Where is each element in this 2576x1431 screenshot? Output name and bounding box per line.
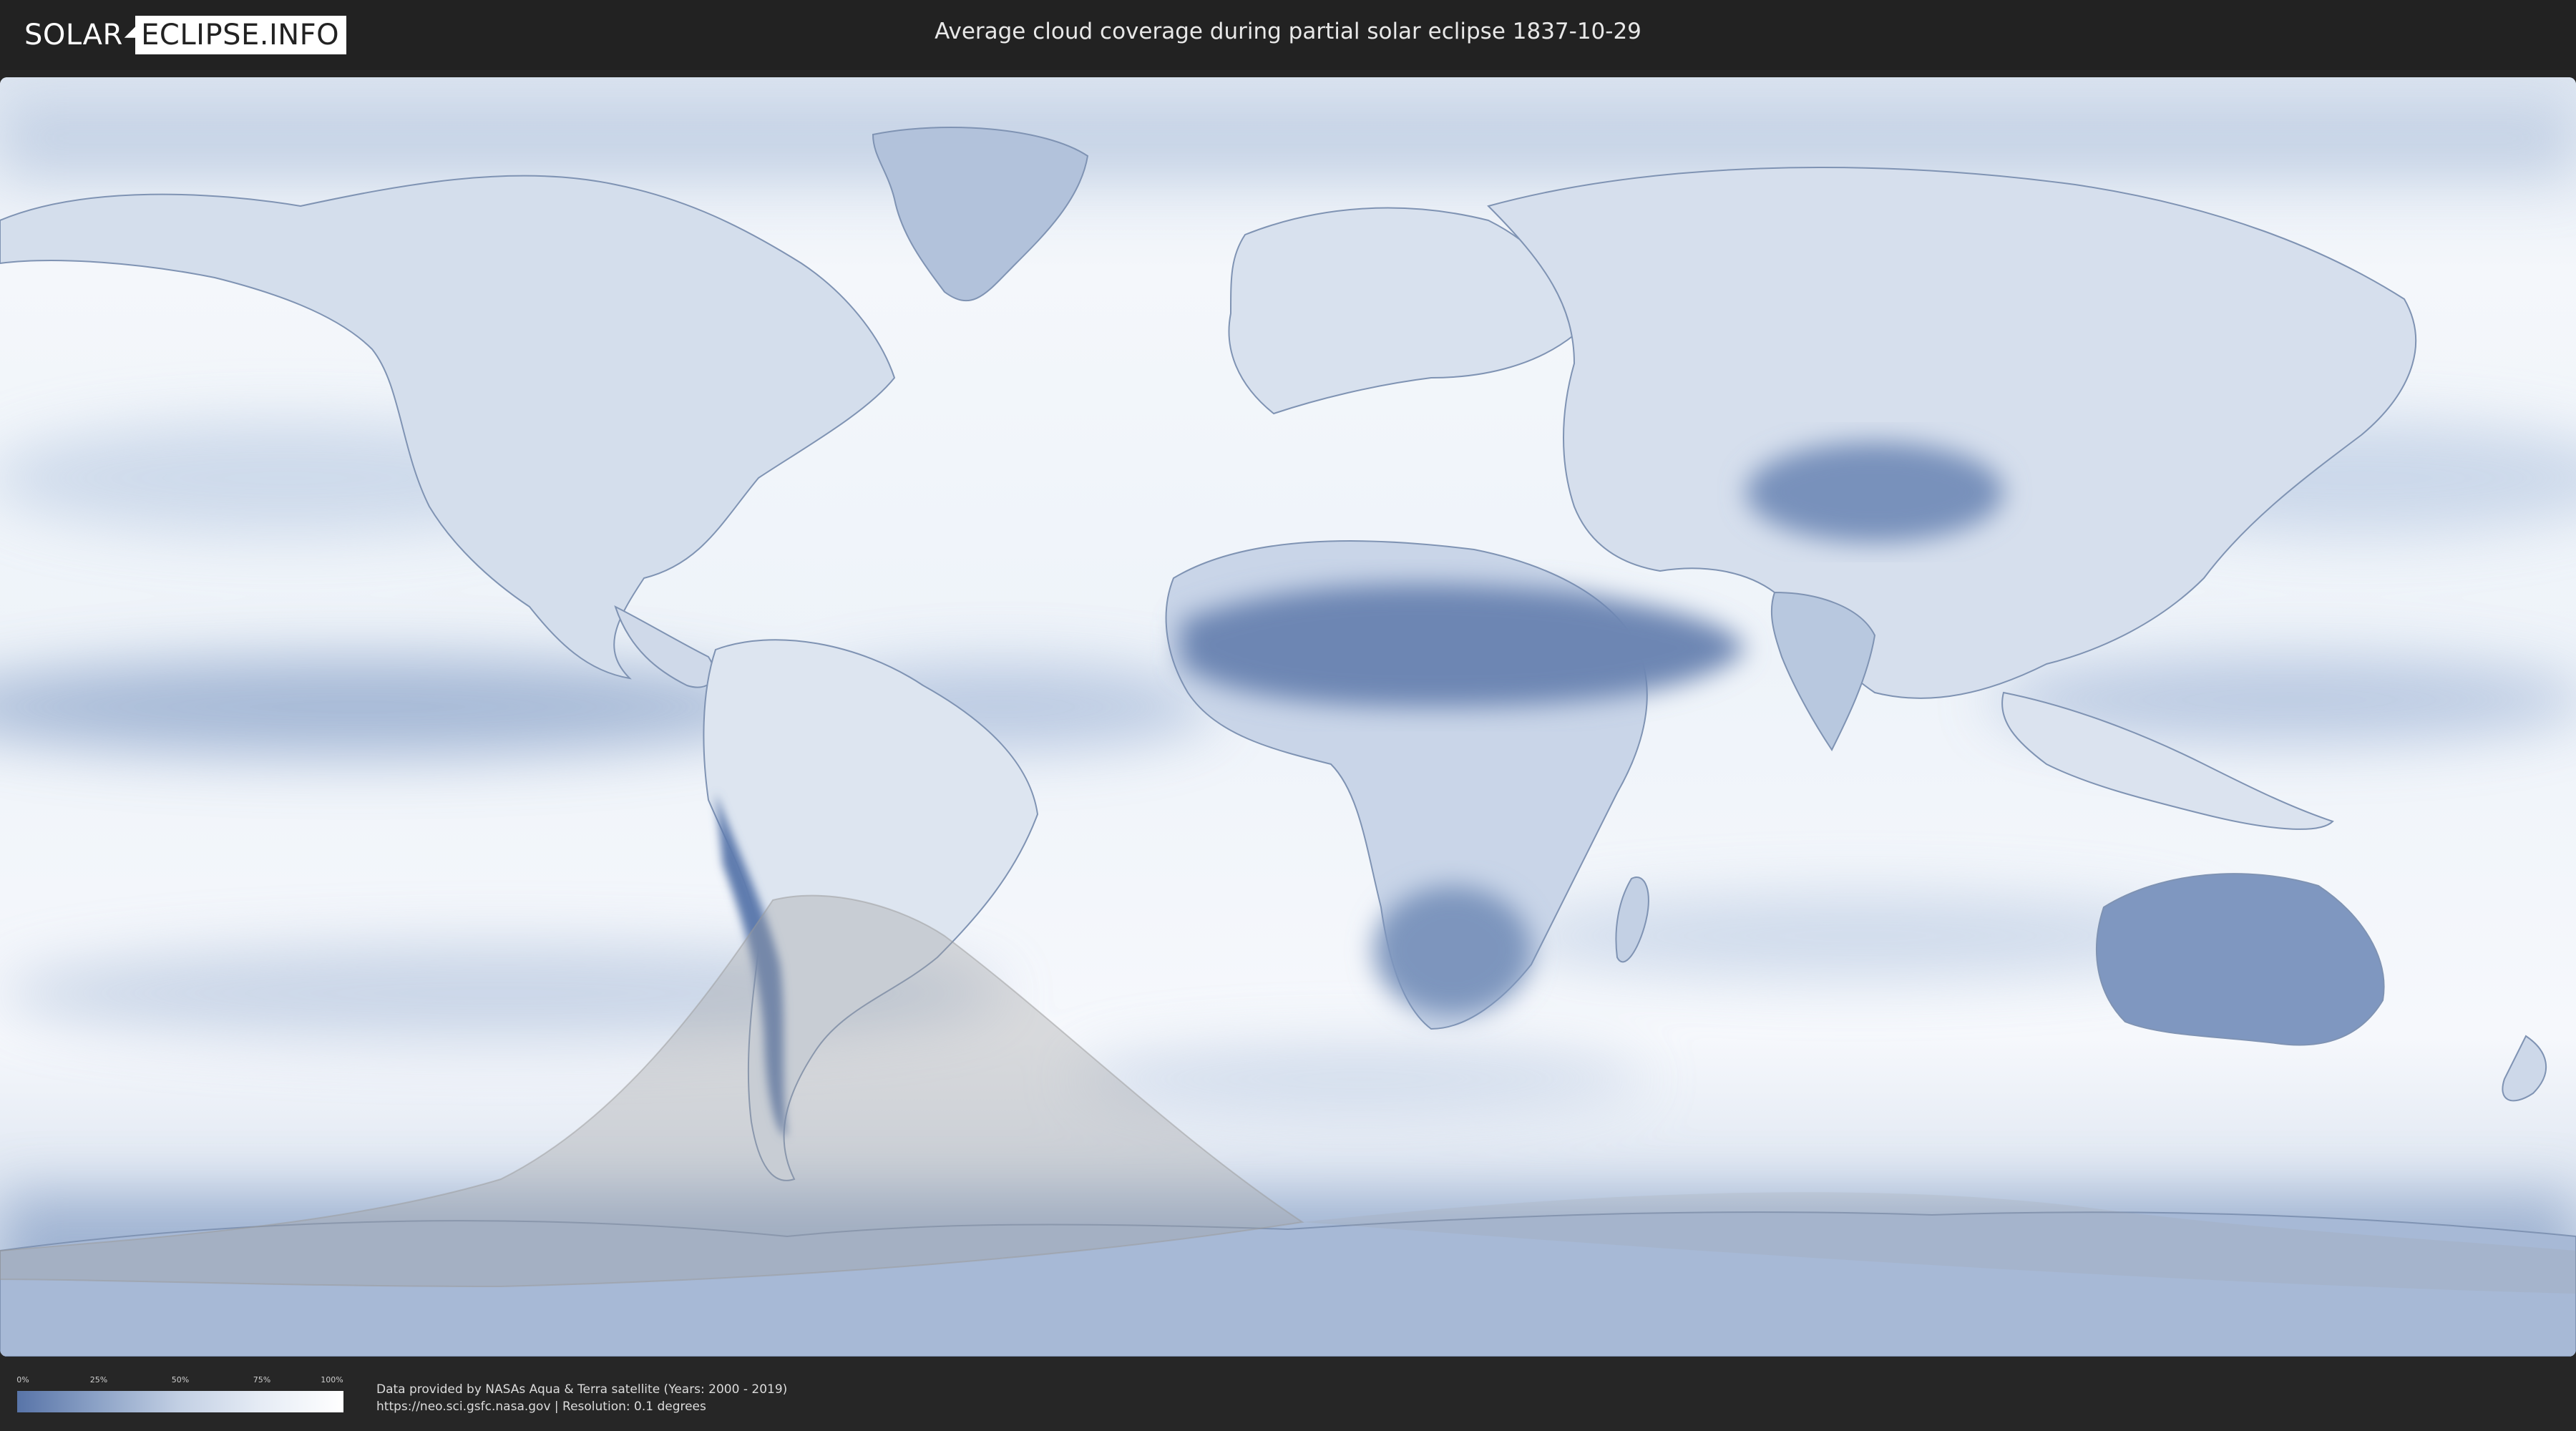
legend-tick-25: 25% — [89, 1375, 108, 1384]
legend-tick-50: 50% — [171, 1375, 190, 1384]
page-title: Average cloud coverage during partial so… — [935, 19, 1641, 44]
legend-tick-0: 0% — [16, 1375, 29, 1384]
data-credits: Data provided by NASAs Aqua & Terra sate… — [376, 1381, 787, 1415]
footer-bar: 0% 25% 50% 75% 100% Data provided by NAS… — [0, 1359, 2576, 1431]
legend-tick-75: 75% — [253, 1375, 271, 1384]
app-root: SOLAR ◢ ECLIPSE.INFO Average cloud cover… — [0, 0, 2576, 1431]
land-tibet-shade — [1746, 442, 2004, 542]
legend-tick-100: 100% — [321, 1375, 343, 1384]
legend-ticks: 0% 25% 50% 75% 100% — [16, 1375, 343, 1388]
legend-color-bar — [17, 1391, 343, 1412]
cloud-coverage-map[interactable] — [0, 77, 2576, 1357]
land-southern-africa-shade — [1374, 886, 1531, 1015]
credit-line-url[interactable]: https://neo.sci.gsfc.nasa.gov | Resoluti… — [376, 1398, 787, 1415]
credit-line-source: Data provided by NASAs Aqua & Terra sate… — [376, 1382, 788, 1397]
header-bar: SOLAR ◢ ECLIPSE.INFO Average cloud cover… — [0, 0, 2576, 70]
world-map-svg — [0, 77, 2576, 1357]
cloud-coverage-legend: 0% 25% 50% 75% 100% — [16, 1375, 343, 1412]
